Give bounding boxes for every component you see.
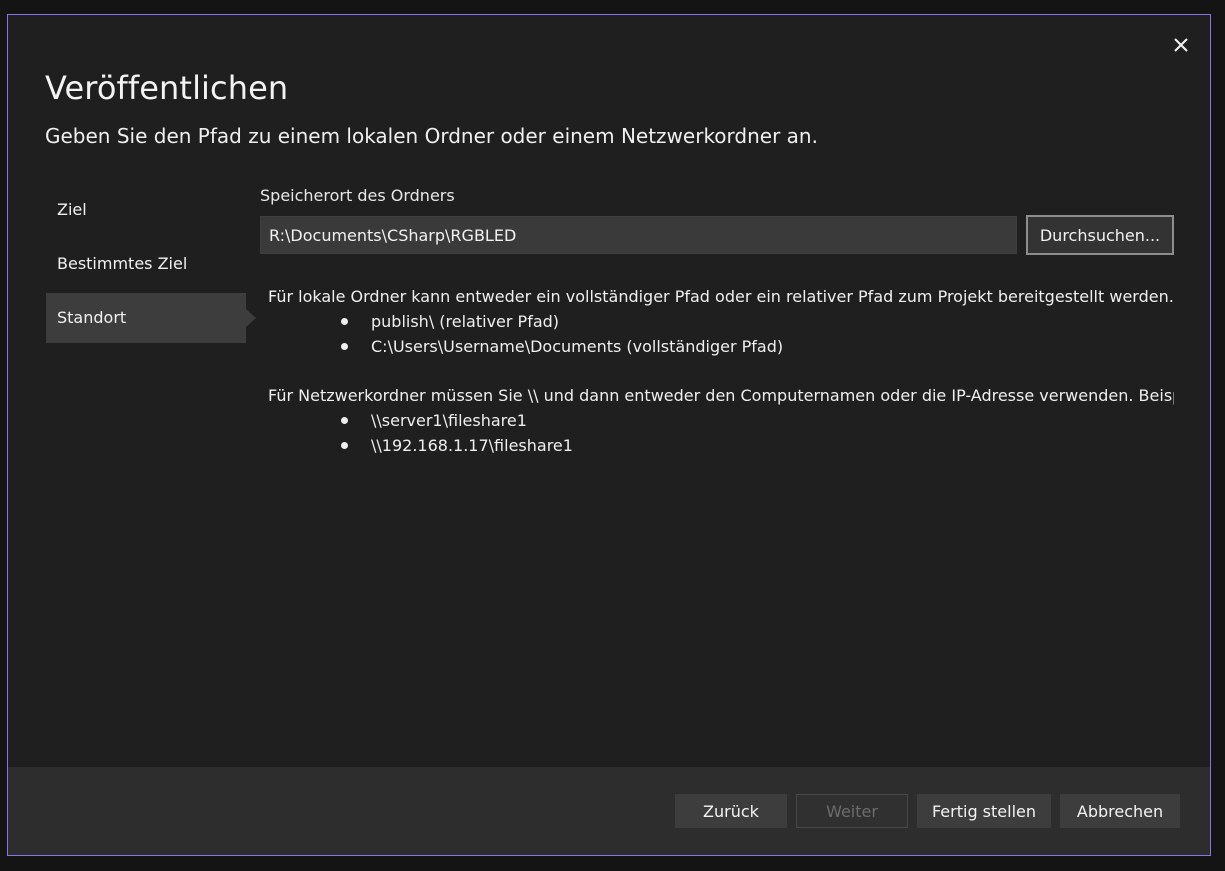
nav-item-label: Ziel [57, 200, 87, 219]
finish-button[interactable]: Fertig stellen [917, 794, 1051, 828]
close-button[interactable] [1169, 33, 1193, 57]
dialog-footer: Zurück Weiter Fertig stellen Abbrechen [8, 767, 1210, 855]
nav-item-label: Bestimmtes Ziel [57, 254, 188, 273]
location-panel: Speicherort des Ordners Durchsuchen... F… [260, 186, 1174, 455]
nav-item-standort[interactable]: Standort [46, 293, 256, 343]
network-examples-list: \\server1\fileshare1 \\192.168.1.17\file… [268, 408, 1174, 458]
help-text: Für lokale Ordner kann entweder ein voll… [268, 284, 1174, 482]
publish-dialog: Veröffentlichen Geben Sie den Pfad zu ei… [7, 14, 1211, 856]
local-examples-list: publish\ (relativer Pfad) C:\Users\Usern… [268, 309, 1174, 359]
list-item: C:\Users\Username\Documents (vollständig… [341, 334, 1174, 359]
nav-item-ziel[interactable]: Ziel [46, 185, 246, 235]
dialog-title: Veröffentlichen [45, 69, 289, 107]
cancel-button[interactable]: Abbrechen [1060, 794, 1180, 828]
folder-path-input[interactable] [260, 216, 1017, 254]
list-item: publish\ (relativer Pfad) [341, 309, 1174, 334]
network-folder-help: Für Netzwerkordner müssen Sie \\ und dan… [268, 386, 1174, 405]
list-item: \\server1\fileshare1 [341, 408, 1174, 433]
folder-location-label: Speicherort des Ordners [260, 186, 455, 205]
step-navigation: Ziel Bestimmtes Ziel Standort [46, 185, 256, 347]
dialog-subtitle: Geben Sie den Pfad zu einem lokalen Ordn… [45, 124, 818, 148]
close-icon [1174, 38, 1188, 52]
local-folder-help: Für lokale Ordner kann entweder ein voll… [268, 287, 1174, 306]
back-button[interactable]: Zurück [675, 794, 787, 828]
list-item: \\192.168.1.17\fileshare1 [341, 433, 1174, 458]
next-button: Weiter [796, 794, 908, 828]
nav-item-bestimmtes-ziel[interactable]: Bestimmtes Ziel [46, 239, 246, 289]
nav-item-label: Standort [57, 308, 127, 327]
browse-button[interactable]: Durchsuchen... [1026, 215, 1174, 255]
